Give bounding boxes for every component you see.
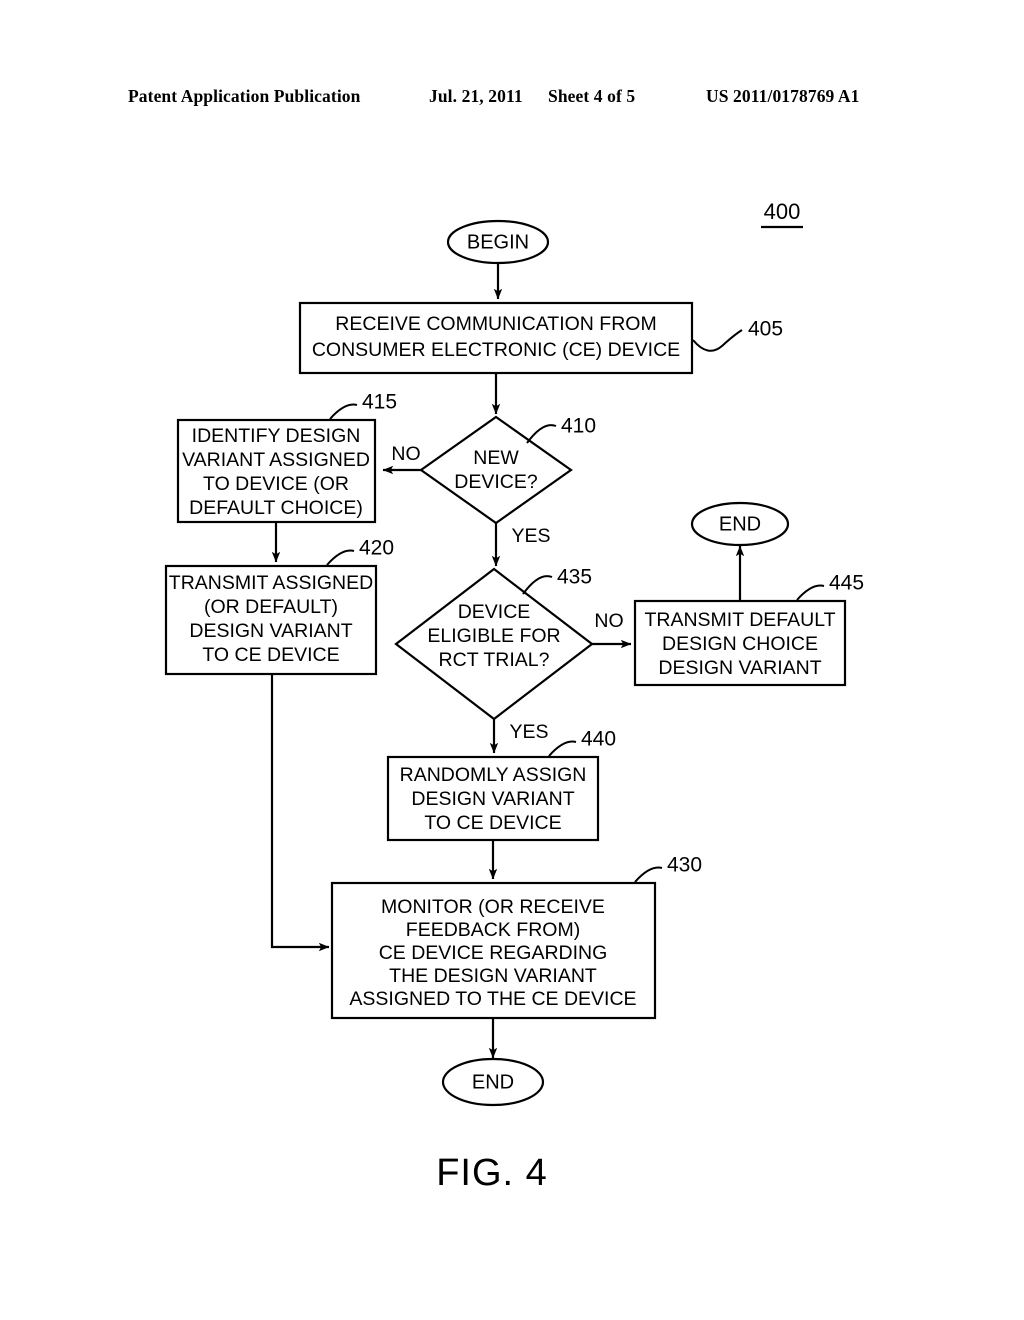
node-420-line-0: TRANSMIT ASSIGNED <box>169 572 373 594</box>
leader-405: 405 <box>692 318 783 352</box>
process-node-420: TRANSMIT ASSIGNED (OR DEFAULT) DESIGN VA… <box>164 564 378 676</box>
node-405-line-1: CONSUMER ELECTRONIC (CE) DEVICE <box>312 339 680 361</box>
ref-number-435: 435 <box>557 566 592 589</box>
node-430-line-4: ASSIGNED TO THE CE DEVICE <box>349 988 636 1010</box>
process-node-445: TRANSMIT DEFAULT DESIGN CHOICE DESIGN VA… <box>633 599 847 687</box>
leader-420: 420 <box>326 537 394 566</box>
node-445-line-1: DESIGN CHOICE <box>662 633 818 655</box>
node-445-line-0: TRANSMIT DEFAULT <box>644 609 835 631</box>
edge-label-435-yes: YES <box>509 721 548 743</box>
terminator-begin-label: BEGIN <box>467 231 529 253</box>
terminator-begin: BEGIN <box>446 219 550 265</box>
node-420-line-1: (OR DEFAULT) <box>204 596 338 618</box>
flow-identifier-400: 400 <box>761 199 803 229</box>
ref-number-415: 415 <box>362 391 397 414</box>
node-430-line-0: MONITOR (OR RECEIVE <box>381 896 605 918</box>
node-410-line-0: NEW <box>473 447 519 469</box>
edge-label-435-no: NO <box>594 610 623 632</box>
node-440-line-2: TO CE DEVICE <box>424 812 561 834</box>
terminator-end-bottom: END <box>441 1057 545 1107</box>
leader-445: 445 <box>796 572 864 601</box>
leader-440: 440 <box>548 728 616 757</box>
node-420-line-3: TO CE DEVICE <box>202 644 339 666</box>
node-430-line-2: CE DEVICE REGARDING <box>379 942 608 964</box>
process-node-430: MONITOR (OR RECEIVE FEEDBACK FROM) CE DE… <box>330 881 657 1020</box>
node-415-line-3: DEFAULT CHOICE) <box>189 497 363 519</box>
edge-label-410-yes: YES <box>511 525 550 547</box>
process-node-405: RECEIVE COMMUNICATION FROM CONSUMER ELEC… <box>298 301 694 375</box>
node-435-line-2: RCT TRIAL? <box>439 649 550 671</box>
ref-number-445: 445 <box>829 572 864 595</box>
node-430-line-3: THE DESIGN VARIANT <box>389 965 597 987</box>
terminator-end-bottom-label: END <box>472 1071 514 1093</box>
leader-415: 415 <box>329 391 397 420</box>
node-440-line-0: RANDOMLY ASSIGN <box>400 764 587 786</box>
leader-410: 410 <box>526 415 596 444</box>
figure-caption: FIG. 4 <box>436 1152 548 1194</box>
leader-430: 430 <box>634 854 702 883</box>
node-420-line-2: DESIGN VARIANT <box>189 620 352 642</box>
flow-id-label: 400 <box>764 199 801 224</box>
node-415-line-2: TO DEVICE (OR <box>203 473 349 495</box>
edge-420-to-430 <box>270 674 330 952</box>
ref-number-405: 405 <box>748 318 783 341</box>
terminator-end-right: END <box>690 501 790 547</box>
process-node-415: IDENTIFY DESIGN VARIANT ASSIGNED TO DEVI… <box>176 418 377 524</box>
terminator-end-right-label: END <box>719 513 761 535</box>
node-435-line-0: DEVICE <box>458 601 531 623</box>
node-405-line-0: RECEIVE COMMUNICATION FROM <box>335 313 656 335</box>
decision-node-410: NEW DEVICE? <box>419 415 573 525</box>
leader-435: 435 <box>522 566 592 595</box>
ref-number-430: 430 <box>667 854 702 877</box>
node-445-line-2: DESIGN VARIANT <box>658 657 821 679</box>
node-415-line-0: IDENTIFY DESIGN <box>192 425 361 447</box>
node-435-line-1: ELIGIBLE FOR <box>427 625 560 647</box>
process-node-440: RANDOMLY ASSIGN DESIGN VARIANT TO CE DEV… <box>386 755 600 842</box>
node-415-line-1: VARIANT ASSIGNED <box>182 449 370 471</box>
ref-number-420: 420 <box>359 537 394 560</box>
ref-number-440: 440 <box>581 728 616 751</box>
node-410-line-1: DEVICE? <box>454 471 538 493</box>
node-440-line-1: DESIGN VARIANT <box>411 788 574 810</box>
edge-label-410-no: NO <box>391 443 420 465</box>
decision-node-435: DEVICE ELIGIBLE FOR RCT TRIAL? <box>394 567 594 721</box>
ref-number-410: 410 <box>561 415 596 438</box>
flowchart-figure: 400 BEGIN RECEIVE COMMUNICATION FROM CON… <box>164 199 864 1194</box>
node-430-line-1: FEEDBACK FROM) <box>406 919 580 941</box>
